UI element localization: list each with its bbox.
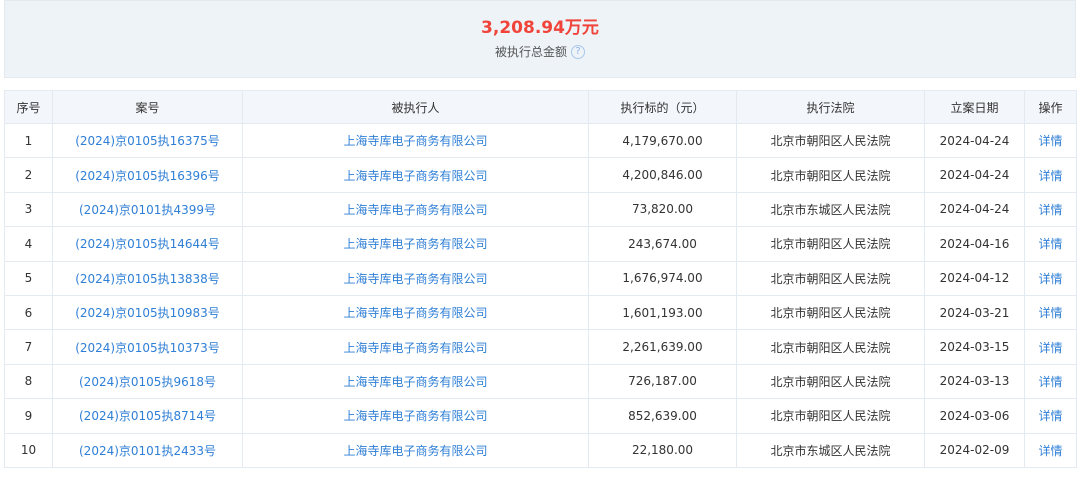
amount-cell: 243,674.00 (588, 226, 737, 262)
table-row: 5 (2024)京0105执13838号 上海寺库电子商务有限公司 1,676,… (4, 260, 1077, 296)
case-number-link[interactable]: (2024)京0105执16375号 (52, 122, 243, 159)
case-number-link[interactable]: (2024)京0105执9618号 (52, 363, 243, 400)
date-cell: 2024-04-16 (924, 226, 1025, 262)
header-court: 执行法院 (736, 90, 925, 124)
detail-link[interactable]: 详情 (1024, 398, 1077, 434)
header-party: 被执行人 (242, 90, 589, 124)
table-row: 2 (2024)京0105执16396号 上海寺库电子商务有限公司 4,200,… (4, 157, 1077, 193)
party-link[interactable]: 上海寺库电子商务有限公司 (242, 157, 589, 193)
amount-cell: 4,179,670.00 (588, 122, 737, 159)
court-cell: 北京市朝阳区人民法院 (736, 363, 925, 400)
party-link[interactable]: 上海寺库电子商务有限公司 (242, 191, 589, 228)
date-cell: 2024-04-24 (924, 191, 1025, 228)
row-index: 9 (4, 398, 53, 434)
party-link[interactable]: 上海寺库电子商务有限公司 (242, 398, 589, 434)
court-cell: 北京市东城区人民法院 (736, 191, 925, 228)
case-number-link[interactable]: (2024)京0105执13838号 (52, 260, 243, 296)
court-cell: 北京市朝阳区人民法院 (736, 157, 925, 193)
header-index: 序号 (4, 90, 53, 124)
row-index: 10 (4, 432, 53, 468)
party-link[interactable]: 上海寺库电子商务有限公司 (242, 363, 589, 400)
table-row: 8 (2024)京0105执9618号 上海寺库电子商务有限公司 726,187… (4, 363, 1077, 400)
case-number-link[interactable]: (2024)京0105执14644号 (52, 226, 243, 262)
amount-cell: 852,639.00 (588, 398, 737, 434)
row-index: 1 (4, 122, 53, 159)
detail-link[interactable]: 详情 (1024, 363, 1077, 400)
table-row: 1 (2024)京0105执16375号 上海寺库电子商务有限公司 4,179,… (4, 122, 1077, 159)
table-row: 6 (2024)京0105执10983号 上海寺库电子商务有限公司 1,601,… (4, 294, 1077, 331)
party-link[interactable]: 上海寺库电子商务有限公司 (242, 122, 589, 159)
detail-link[interactable]: 详情 (1024, 432, 1077, 468)
detail-link[interactable]: 详情 (1024, 157, 1077, 193)
party-link[interactable]: 上海寺库电子商务有限公司 (242, 226, 589, 262)
row-index: 7 (4, 329, 53, 365)
row-index: 6 (4, 294, 53, 331)
amount-cell: 22,180.00 (588, 432, 737, 468)
court-cell: 北京市朝阳区人民法院 (736, 294, 925, 331)
detail-link[interactable]: 详情 (1024, 226, 1077, 262)
header-case-number: 案号 (52, 90, 243, 124)
court-cell: 北京市东城区人民法院 (736, 432, 925, 468)
date-cell: 2024-03-15 (924, 329, 1025, 365)
amount-cell: 726,187.00 (588, 363, 737, 400)
party-link[interactable]: 上海寺库电子商务有限公司 (242, 260, 589, 296)
detail-link[interactable]: 详情 (1024, 191, 1077, 228)
row-index: 8 (4, 363, 53, 400)
case-number-link[interactable]: (2024)京0105执16396号 (52, 157, 243, 193)
date-cell: 2024-04-12 (924, 260, 1025, 296)
total-amount: 3,208.94万元 (481, 18, 599, 38)
detail-link[interactable]: 详情 (1024, 122, 1077, 159)
case-number-link[interactable]: (2024)京0105执10983号 (52, 294, 243, 331)
case-number-link[interactable]: (2024)京0101执2433号 (52, 432, 243, 468)
table-row: 10 (2024)京0101执2433号 上海寺库电子商务有限公司 22,180… (4, 432, 1077, 468)
amount-cell: 73,820.00 (588, 191, 737, 228)
party-link[interactable]: 上海寺库电子商务有限公司 (242, 432, 589, 468)
date-cell: 2024-03-21 (924, 294, 1025, 331)
party-link[interactable]: 上海寺库电子商务有限公司 (242, 294, 589, 331)
header-amount: 执行标的（元） (588, 90, 737, 124)
row-index: 2 (4, 157, 53, 193)
date-cell: 2024-04-24 (924, 122, 1025, 159)
court-cell: 北京市朝阳区人民法院 (736, 260, 925, 296)
amount-cell: 2,261,639.00 (588, 329, 737, 365)
total-amount-label: 被执行总金额 (494, 45, 567, 59)
case-number-link[interactable]: (2024)京0105执10373号 (52, 329, 243, 365)
amount-cell: 4,200,846.00 (588, 157, 737, 193)
help-icon[interactable]: ? (571, 45, 585, 59)
court-cell: 北京市朝阳区人民法院 (736, 329, 925, 365)
case-number-link[interactable]: (2024)京0101执4399号 (52, 191, 243, 228)
detail-link[interactable]: 详情 (1024, 294, 1077, 331)
case-number-link[interactable]: (2024)京0105执8714号 (52, 398, 243, 434)
date-cell: 2024-02-09 (924, 432, 1025, 468)
header-action: 操作 (1024, 90, 1077, 124)
table-row: 9 (2024)京0105执8714号 上海寺库电子商务有限公司 852,639… (4, 398, 1077, 434)
amount-cell: 1,676,974.00 (588, 260, 737, 296)
detail-link[interactable]: 详情 (1024, 260, 1077, 296)
row-index: 3 (4, 191, 53, 228)
table-row: 7 (2024)京0105执10373号 上海寺库电子商务有限公司 2,261,… (4, 329, 1077, 365)
total-amount-label-row: 被执行总金额 ? (5, 43, 1075, 61)
table-header-row: 序号 案号 被执行人 执行标的（元） 执行法院 立案日期 操作 (4, 90, 1077, 124)
summary-panel: 3,208.94万元 被执行总金额 ? (4, 0, 1076, 78)
court-cell: 北京市朝阳区人民法院 (736, 398, 925, 434)
execution-table: 序号 案号 被执行人 执行标的（元） 执行法院 立案日期 操作 1 (2024)… (4, 90, 1077, 468)
row-index: 4 (4, 226, 53, 262)
table-row: 4 (2024)京0105执14644号 上海寺库电子商务有限公司 243,67… (4, 226, 1077, 262)
party-link[interactable]: 上海寺库电子商务有限公司 (242, 329, 589, 365)
date-cell: 2024-03-13 (924, 363, 1025, 400)
row-index: 5 (4, 260, 53, 296)
amount-cell: 1,601,193.00 (588, 294, 737, 331)
table-row: 3 (2024)京0101执4399号 上海寺库电子商务有限公司 73,820.… (4, 191, 1077, 228)
court-cell: 北京市朝阳区人民法院 (736, 226, 925, 262)
header-date: 立案日期 (924, 90, 1025, 124)
court-cell: 北京市朝阳区人民法院 (736, 122, 925, 159)
date-cell: 2024-03-06 (924, 398, 1025, 434)
detail-link[interactable]: 详情 (1024, 329, 1077, 365)
date-cell: 2024-04-24 (924, 157, 1025, 193)
